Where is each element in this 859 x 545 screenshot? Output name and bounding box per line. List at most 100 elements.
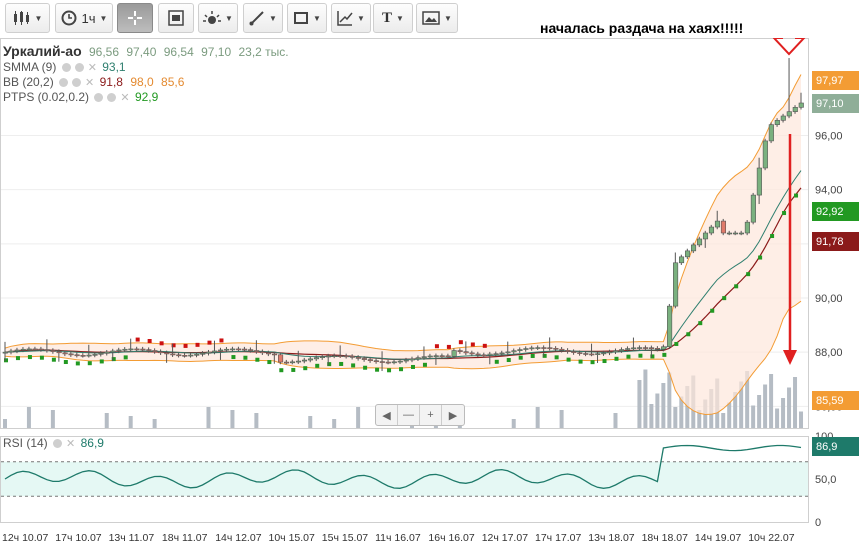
candle-down <box>385 361 391 364</box>
close-icon[interactable]: ✕ <box>66 438 75 450</box>
chevron-down-icon: ▼ <box>225 13 233 23</box>
candle-down <box>577 352 583 354</box>
gear-icon[interactable] <box>53 439 63 448</box>
x-tick-label: 14ч 19.07 <box>695 532 742 544</box>
candle-down <box>134 348 140 351</box>
visibility-icon[interactable] <box>61 63 71 72</box>
candle-up <box>295 360 302 363</box>
x-tick-label: 10ч 15.07 <box>269 532 316 544</box>
volume-bar <box>637 380 642 428</box>
ptps-dot-long <box>291 367 296 372</box>
ptps-dot-short <box>458 340 463 345</box>
ptps-dot-long <box>339 361 344 366</box>
candle-down <box>589 353 595 356</box>
close-icon[interactable]: ✕ <box>120 92 129 104</box>
clock-icon <box>61 10 77 26</box>
candle-up <box>14 349 20 352</box>
scroll-right-button[interactable]: ▶ <box>442 405 464 425</box>
candle-down <box>80 354 86 357</box>
candle-down <box>254 350 260 352</box>
x-tick-label: 10ч 22.07 <box>748 532 795 544</box>
candle-down <box>463 351 469 354</box>
candle-up <box>768 124 774 142</box>
fib-tool-button[interactable]: ▼ <box>331 3 371 33</box>
candle-up <box>397 360 403 363</box>
text-tool-button[interactable]: T ▼ <box>373 3 413 33</box>
candle-down <box>50 350 56 352</box>
volume-bar <box>763 384 768 428</box>
candle-up <box>26 348 32 351</box>
gear-icon[interactable] <box>74 63 84 72</box>
ptps-dot-long <box>99 359 104 364</box>
candle-down <box>367 359 373 362</box>
candle-down <box>565 350 571 352</box>
chevron-down-icon: ▼ <box>99 13 108 23</box>
quote-low: 96,54 <box>163 45 194 59</box>
ptps-dot-short <box>446 344 451 349</box>
smma-value: 93,1 <box>102 60 126 74</box>
ptps-legend: PTPS (0.02,0.2) ✕ 92,9 <box>3 90 158 104</box>
ptps-dot-long <box>231 355 236 360</box>
ptps-dot-long <box>698 321 703 326</box>
line-tool-icon <box>249 11 264 26</box>
indicators-button[interactable]: ▼ <box>198 3 238 33</box>
chevron-down-icon: ▼ <box>396 13 404 23</box>
scroll-left-button[interactable]: ◀ <box>376 405 398 425</box>
ptps-dot-long <box>387 368 392 373</box>
candle-up <box>122 348 128 351</box>
bb-mid-price-label: 91,78 <box>812 232 859 251</box>
zoom-area-button[interactable] <box>158 3 194 33</box>
x-tick-label: 11ч 16.07 <box>375 532 421 544</box>
candle-down <box>349 356 355 358</box>
chart-type-button[interactable]: ▼ <box>5 3 50 33</box>
ptps-dot-long <box>410 364 415 369</box>
chart-area[interactable]: 96,0094,0092,0090,0088,0086,0010050,0012… <box>0 38 859 545</box>
volume-bar <box>230 410 235 428</box>
candle-up <box>726 232 732 235</box>
candle-down <box>272 353 278 356</box>
bb-upper-value: 98,0 <box>130 75 154 89</box>
shape-tool-button[interactable]: ▼ <box>287 3 327 33</box>
candle-up <box>98 353 104 355</box>
x-tick-label: 18ч 18.07 <box>642 532 689 544</box>
x-tick-label: 12ч 17.07 <box>482 532 529 544</box>
gear-icon[interactable] <box>107 93 117 102</box>
x-tick-label: 13ч 18.07 <box>588 532 635 544</box>
ptps-dot-long <box>39 355 44 360</box>
candle-down <box>44 349 50 351</box>
volume-bar <box>649 404 654 428</box>
bb-upper-price-label: 97,97 <box>812 71 859 90</box>
volume-bar <box>206 407 211 428</box>
crosshair-button[interactable] <box>117 3 153 33</box>
line-tool-button[interactable]: ▼ <box>243 3 283 33</box>
candle-up <box>212 350 218 353</box>
zoom-out-button[interactable]: — <box>398 405 420 425</box>
candle-up <box>433 355 439 357</box>
visibility-icon[interactable] <box>94 93 104 102</box>
ptps-dot-long <box>578 359 583 364</box>
ptps-dot-long <box>15 356 20 361</box>
candle-down <box>170 353 176 356</box>
visibility-icon[interactable] <box>59 78 69 87</box>
close-icon[interactable]: ✕ <box>85 77 94 89</box>
select-area-icon <box>168 10 184 26</box>
candle-up <box>613 350 619 353</box>
candle-up <box>86 354 92 357</box>
rectangle-tool-icon <box>294 12 309 24</box>
ptps-dot-short <box>159 341 164 346</box>
candle-up <box>523 348 529 350</box>
close-icon[interactable]: ✕ <box>88 62 97 74</box>
candle-down <box>469 352 475 355</box>
image-button[interactable]: ▼ <box>416 3 458 33</box>
interval-label: 1ч <box>81 10 96 26</box>
interval-button[interactable]: 1ч ▼ <box>55 3 113 33</box>
gear-icon[interactable] <box>72 78 82 87</box>
candle-down <box>283 361 290 364</box>
candle-up <box>307 358 314 361</box>
ptps-value: 92,9 <box>134 90 159 104</box>
zoom-in-button[interactable]: + <box>420 405 442 425</box>
candle-down <box>38 348 44 351</box>
candle-up <box>637 347 643 349</box>
candle-up <box>732 232 738 235</box>
candle-up <box>607 351 613 354</box>
